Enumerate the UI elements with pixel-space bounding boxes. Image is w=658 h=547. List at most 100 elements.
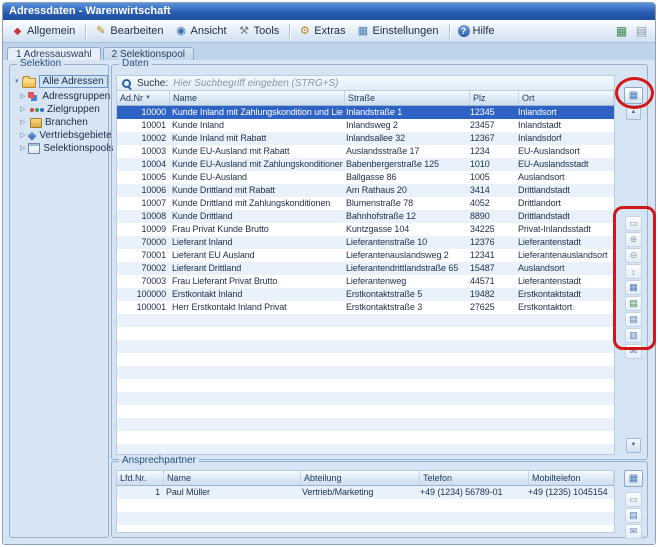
export-table-icon[interactable]: ▦ [612,22,631,40]
table-cell: 12367 [467,132,515,145]
table-row[interactable]: 10000Kunde Inland mit Zahlungskondition … [117,106,614,119]
hilfe-button[interactable]: ? Hilfe [454,23,501,39]
table-cell: 12376 [467,236,515,249]
table-row[interactable]: 10004Kunde EU-Ausland mit Zahlungskondit… [117,158,614,171]
grid-menu-icon[interactable]: ▦ [624,87,643,104]
export-excel-icon[interactable]: ▤ [625,296,642,311]
scroll-down-icon[interactable]: ▼ [626,438,641,453]
table-row[interactable]: 10009Frau Privat Kunde BruttoKuntzgasse … [117,223,614,236]
tree-expander-icon[interactable]: ▷ [20,90,25,103]
extras-gear-icon: ⚙ [298,25,311,38]
column-header-adnr[interactable]: Ad.Nr ▼ [117,91,170,105]
table-cell: Lieferant EU Ausland [169,249,343,262]
folder-icon [22,78,36,88]
allgemein-label: Allgemein [27,25,75,37]
table-cell: Frau Lieferant Privat Brutto [169,275,343,288]
column-label: Ad.Nr [120,91,143,105]
table-cell: 10009 [117,223,169,236]
table-row[interactable]: 100000Erstkontakt InlandErstkontaktstraß… [117,288,614,301]
einstellungen-button[interactable]: ▦ Einstellungen [352,23,444,40]
table-cell: Kunde EU-Ausland mit Zahlungskonditionen [169,158,343,171]
table-cell: Erstkontakt Inland [169,288,343,301]
tree-expander-icon[interactable]: ▷ [20,116,27,129]
tree-root-alle-adressen[interactable]: ▾ Alle Adressen [14,74,106,90]
table-row[interactable]: 10005Kunde EU-AuslandBallgasse 861005Aus… [117,171,614,184]
tree-root-label: Alle Adressen [39,75,108,88]
table-cell: Lieferant Drittland [169,262,343,275]
bearbeiten-label: Bearbeiten [110,25,163,37]
extras-button[interactable]: ⚙ Extras [294,23,351,40]
hilfe-label: Hilfe [473,25,495,37]
table-cell: 10004 [117,158,169,171]
table-row[interactable]: 10001Kunde InlandInlandsweg 223457Inland… [117,119,614,132]
print-icon[interactable]: ▤ [632,22,651,40]
table-row[interactable]: 70000Lieferant InlandLieferantenstraße 1… [117,236,614,249]
vertriebsgebiete-icon [28,131,37,140]
tree-expander-icon[interactable]: ▾ [15,75,19,88]
column-header-lfdnr[interactable]: Lfd.Nr. [117,471,164,485]
tree-expander-icon[interactable]: ▷ [20,103,27,116]
column-header-strasse[interactable]: Straße [345,91,470,105]
table-row[interactable]: 70002Lieferant DrittlandLieferantendritt… [117,262,614,275]
zoom-in-icon[interactable]: ⊕ [625,232,642,247]
tree-expander-icon[interactable]: ▷ [20,129,25,142]
export-pdf-icon[interactable]: ▥ [625,328,642,343]
tree-expander-icon[interactable]: ▷ [20,142,25,155]
allgemein-button[interactable]: ◆ Allgemein [7,23,81,40]
tree-item-branchen[interactable]: ▷ Branchen [14,116,106,129]
table-row[interactable]: 70001Lieferant EU AuslandLieferantenausl… [117,249,614,262]
column-header-mobiltelefon[interactable]: Mobiltelefon [529,471,614,485]
columns-icon[interactable]: ▦ [625,280,642,295]
table-row[interactable]: 1Paul MüllerVertrieb/Marketing+49 (1234)… [117,486,614,499]
table-cell: Erstkontaktstraße 5 [343,288,467,301]
table-row[interactable]: 10008Kunde DrittlandBahnhofstraße 128890… [117,210,614,223]
tree-item-vertriebsgebiete[interactable]: ▷ Vertriebsgebiete [14,129,106,142]
scroll-up-icon[interactable]: ▲ [626,105,641,120]
main-toolbar: ◆ Allgemein ✎ Bearbeiten ◉ Ansicht ⚒ Too… [3,20,655,43]
table-row[interactable]: 100001Herr Erstkontakt Inland PrivatErst… [117,301,614,314]
table-row[interactable]: 10007Kunde Drittland mit Zahlungskonditi… [117,197,614,210]
table-cell: Privat-Inlandsstadt [515,223,614,236]
table-cell: Lieferantenauslandsweg 2 [343,249,467,262]
zoom-out-icon[interactable]: ⊖ [625,248,642,263]
tree-item-selektionspools[interactable]: ▷ Selektionspools [14,142,106,155]
table-row[interactable]: 70003Frau Lieferant Privat BruttoLiefera… [117,275,614,288]
table-cell: Inlandsallee 32 [343,132,467,145]
tree-item-zielgruppen[interactable]: ▷ Zielgruppen [14,103,106,116]
export-list-icon[interactable]: ▤ [625,508,642,523]
table-cell: 10006 [117,184,169,197]
search-label: Suche: [137,78,168,89]
collapse-icon[interactable]: ▭ [625,216,642,231]
table-cell: 3414 [467,184,515,197]
export-mail-icon[interactable]: ✉ [625,524,642,539]
column-header-name[interactable]: Name [164,471,301,485]
column-header-name[interactable]: Name [170,91,345,105]
tree-item-adressgruppen[interactable]: ▷ Adressgruppen [14,90,106,103]
einstellungen-label: Einstellungen [372,25,438,37]
export-mail-icon[interactable]: ✉ [625,344,642,359]
bearbeiten-button[interactable]: ✎ Bearbeiten [90,23,169,40]
column-header-ort[interactable]: Ort [519,91,614,105]
table-cell: Babenbergerstraße 125 [343,158,467,171]
column-header-telefon[interactable]: Telefon [420,471,529,485]
column-header-abteilung[interactable]: Abteilung [301,471,420,485]
table-row[interactable]: 10003Kunde EU-Ausland mit RabattAuslands… [117,145,614,158]
content-area: Selektion ▾ Alle Adressen ▷ Adressgruppe… [3,60,655,544]
table-cell: Lieferant Inland [169,236,343,249]
collapse-icon[interactable]: ▭ [625,492,642,507]
table-cell: Kunde EU-Ausland [169,171,343,184]
table-cell: Bahnhofstraße 12 [343,210,467,223]
table-cell: Paul Müller [163,486,299,499]
ansicht-button[interactable]: ◉ Ansicht [171,23,233,40]
sort-icon[interactable]: ↕ [625,264,642,279]
table-row[interactable]: 10006Kunde Drittland mit RabattAm Rathau… [117,184,614,197]
tools-button[interactable]: ⚒ Tools [234,23,286,40]
contact-options-icon[interactable]: ▦ [624,470,643,487]
column-header-plz[interactable]: Plz [470,91,519,105]
toolbar-separator [85,24,86,39]
table-row[interactable]: 10002Kunde Inland mit RabattInlandsallee… [117,132,614,145]
table-cell: 70000 [117,236,169,249]
extras-label: Extras [314,25,345,37]
export-word-icon[interactable]: ▤ [625,312,642,327]
table-cell: Ballgasse 86 [343,171,467,184]
